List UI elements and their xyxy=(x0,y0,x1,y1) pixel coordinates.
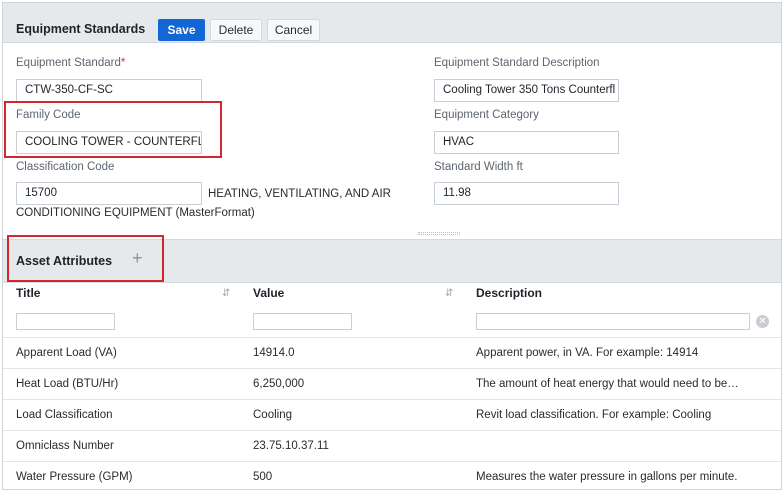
equipment-standard-input[interactable]: CTW-350-CF-SC xyxy=(16,79,202,102)
equipment-standard-label: Equipment Standard* xyxy=(16,57,125,69)
table-row[interactable]: Water Pressure (GPM) 500 Measures the wa… xyxy=(3,461,781,489)
equipment-standard-label-text: Equipment Standard xyxy=(16,57,121,69)
classification-code-label: Classification Code xyxy=(16,161,115,173)
row-value: 14914.0 xyxy=(253,347,295,359)
standard-width-label: Standard Width ft xyxy=(434,161,523,173)
table-row[interactable]: Omniclass Number 23.75.10.37.11 xyxy=(3,430,781,461)
required-mark: * xyxy=(120,57,126,69)
row-description: The amount of heat energy that would nee… xyxy=(476,378,739,390)
row-description: Apparent power, in VA. For example: 1491… xyxy=(476,347,699,359)
equipment-standards-panel: Equipment Standards Save Delete Cancel E… xyxy=(2,2,782,490)
row-title: Water Pressure (GPM) xyxy=(16,471,133,483)
panel-header: Equipment Standards Save Delete Cancel xyxy=(3,3,781,43)
sort-icon[interactable]: ⇵ xyxy=(222,288,230,299)
row-value: 23.75.10.37.11 xyxy=(253,440,329,452)
asset-attributes-highlight xyxy=(7,235,164,282)
cancel-button[interactable]: Cancel xyxy=(267,19,320,41)
classification-description-line1: HEATING, VENTILATING, AND AIR xyxy=(208,188,391,200)
row-title: Load Classification xyxy=(16,409,113,421)
row-description: Revit load classification. For example: … xyxy=(476,409,712,421)
standard-width-input[interactable]: 11.98 xyxy=(434,182,619,205)
row-description: Measures the water pressure in gallons p… xyxy=(476,471,738,483)
column-header-title[interactable]: Title xyxy=(16,286,40,300)
equipment-standard-description-input[interactable]: Cooling Tower 350 Tons Counterfl xyxy=(434,79,619,102)
equipment-category-input[interactable]: HVAC xyxy=(434,131,619,154)
title-filter-input[interactable] xyxy=(16,313,115,330)
table-row[interactable]: Apparent Load (VA) 14914.0 Apparent powe… xyxy=(3,337,781,368)
row-value: Cooling xyxy=(253,409,292,421)
classification-description-line2: CONDITIONING EQUIPMENT (MasterFormat) xyxy=(16,207,255,219)
table-row[interactable]: Load Classification Cooling Revit load c… xyxy=(3,399,781,430)
equipment-category-label: Equipment Category xyxy=(434,109,539,121)
row-value: 500 xyxy=(253,471,273,483)
delete-button[interactable]: Delete xyxy=(210,19,262,41)
resize-handle[interactable] xyxy=(418,232,460,235)
column-header-value[interactable]: Value xyxy=(253,286,284,300)
row-value: 6,250,000 xyxy=(253,378,305,390)
classification-code-input[interactable]: 15700 xyxy=(16,182,202,205)
save-button[interactable]: Save xyxy=(158,19,205,41)
clear-filter-icon[interactable]: ✕ xyxy=(756,315,769,328)
equipment-standard-description-label: Equipment Standard Description xyxy=(434,57,600,69)
row-title: Omniclass Number xyxy=(16,440,114,452)
row-title: Heat Load (BTU/Hr) xyxy=(16,378,119,390)
family-code-highlight xyxy=(4,101,222,158)
table-row[interactable]: Heat Load (BTU/Hr) 6,250,000 The amount … xyxy=(3,368,781,399)
description-filter-input[interactable] xyxy=(476,313,750,330)
panel-title: Equipment Standards xyxy=(16,22,146,36)
value-filter-input[interactable] xyxy=(253,313,352,330)
row-title: Apparent Load (VA) xyxy=(16,347,117,359)
sort-icon[interactable]: ⇵ xyxy=(445,288,453,299)
column-header-description[interactable]: Description xyxy=(476,286,542,300)
